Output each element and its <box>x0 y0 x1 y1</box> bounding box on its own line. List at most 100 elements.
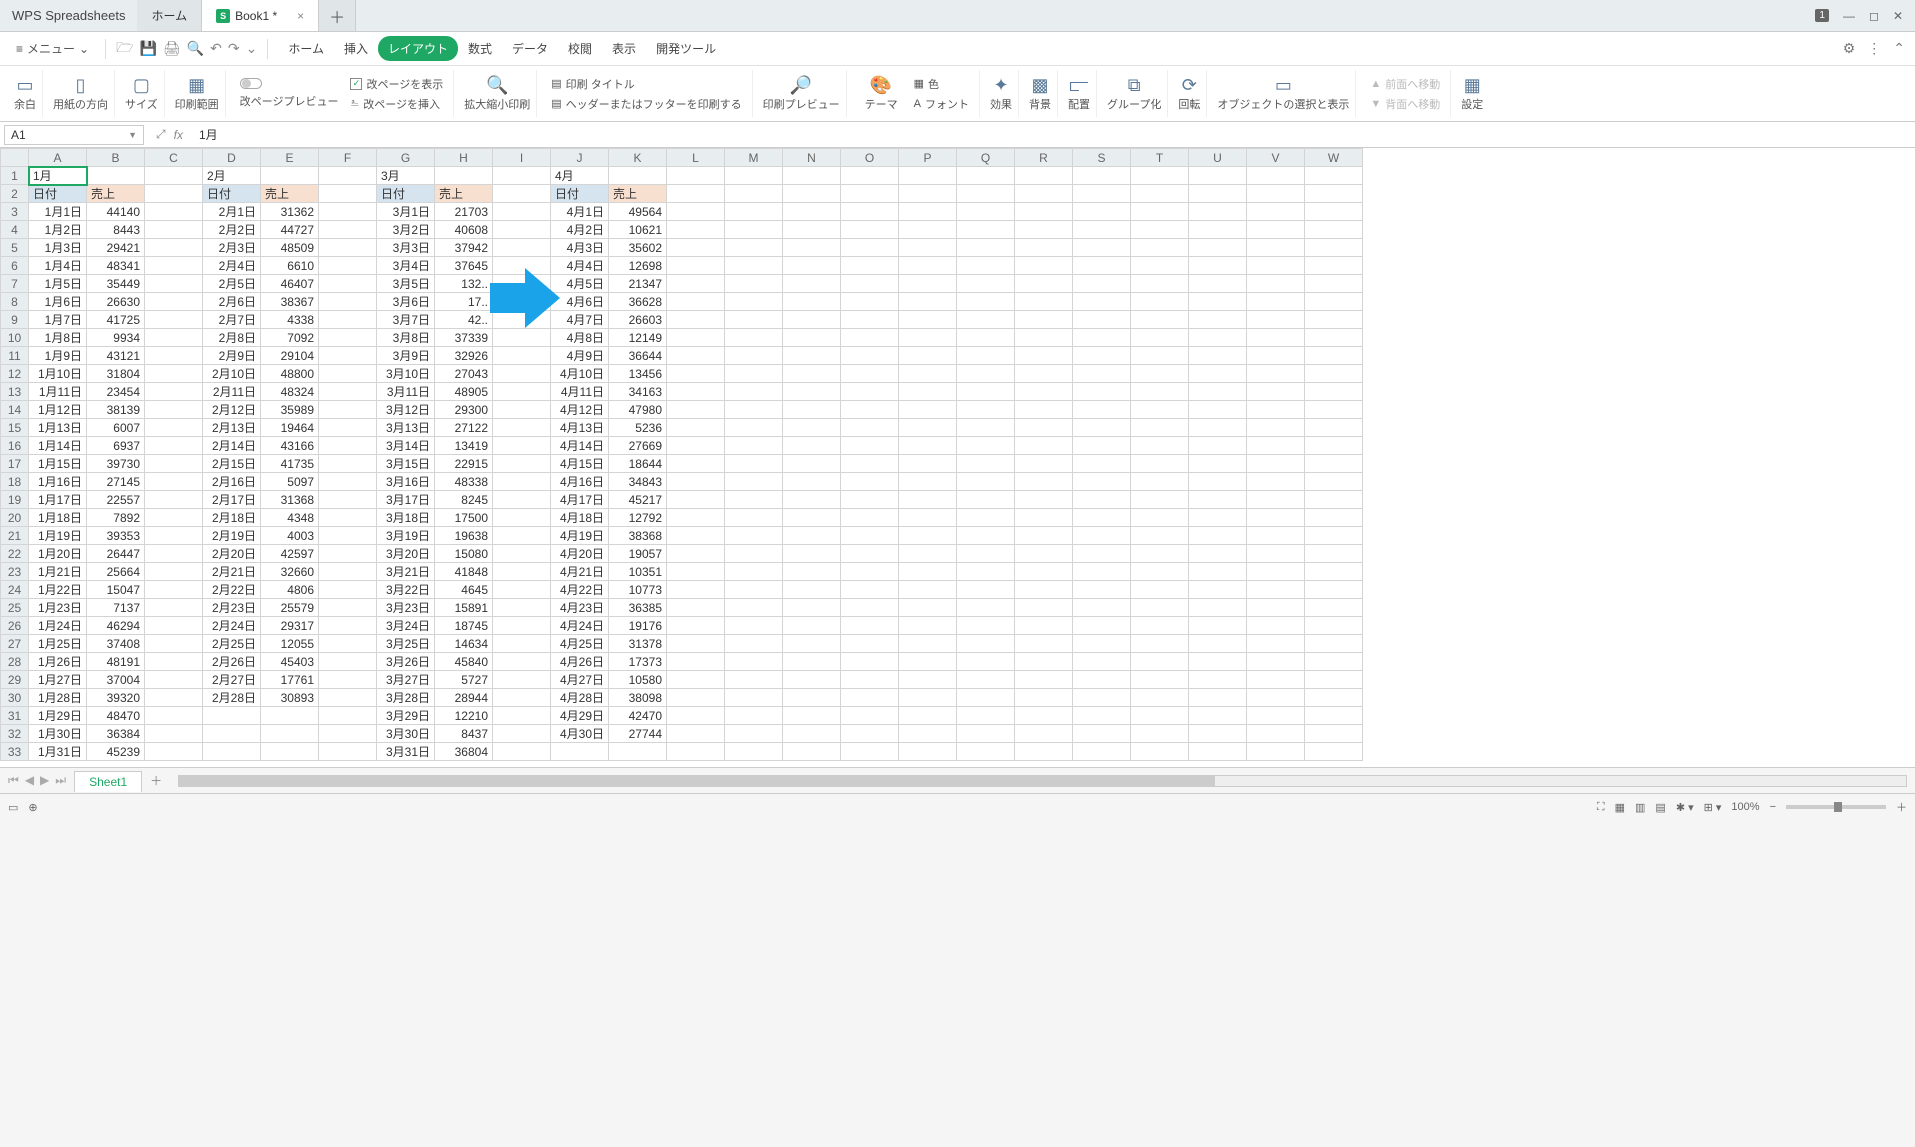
col-header-H[interactable]: H <box>435 149 493 167</box>
print-area-button[interactable]: ▦印刷範囲 <box>169 70 226 117</box>
cell-V6[interactable] <box>1247 257 1305 275</box>
doc-tab-book1[interactable]: S Book1 * × <box>202 0 319 31</box>
cell-I33[interactable] <box>493 743 551 761</box>
cell-M29[interactable] <box>725 671 783 689</box>
cell-C20[interactable] <box>145 509 203 527</box>
cell-F30[interactable] <box>319 689 377 707</box>
cell-E25[interactable]: 25579 <box>261 599 319 617</box>
cell-G19[interactable]: 3月17日 <box>377 491 435 509</box>
cell-E28[interactable]: 45403 <box>261 653 319 671</box>
cell-K7[interactable]: 21347 <box>609 275 667 293</box>
cell-O13[interactable] <box>841 383 899 401</box>
cell-G21[interactable]: 3月19日 <box>377 527 435 545</box>
cell-E16[interactable]: 43166 <box>261 437 319 455</box>
cell-K8[interactable]: 36628 <box>609 293 667 311</box>
cell-M2[interactable] <box>725 185 783 203</box>
cell-W1[interactable] <box>1305 167 1363 185</box>
cell-N22[interactable] <box>783 545 841 563</box>
cell-W22[interactable] <box>1305 545 1363 563</box>
cell-O24[interactable] <box>841 581 899 599</box>
cell-Q1[interactable] <box>957 167 1015 185</box>
cell-G23[interactable]: 3月21日 <box>377 563 435 581</box>
cell-S2[interactable] <box>1073 185 1131 203</box>
cell-H27[interactable]: 14634 <box>435 635 493 653</box>
col-header-D[interactable]: D <box>203 149 261 167</box>
cell-D7[interactable]: 2月5日 <box>203 275 261 293</box>
cell-J32[interactable]: 4月30日 <box>551 725 609 743</box>
cell-C9[interactable] <box>145 311 203 329</box>
cell-N11[interactable] <box>783 347 841 365</box>
cell-B1[interactable] <box>87 167 145 185</box>
row-header-31[interactable]: 31 <box>1 707 29 725</box>
cell-L15[interactable] <box>667 419 725 437</box>
cell-R17[interactable] <box>1015 455 1073 473</box>
cell-P10[interactable] <box>899 329 957 347</box>
cell-S5[interactable] <box>1073 239 1131 257</box>
cell-S13[interactable] <box>1073 383 1131 401</box>
cell-U5[interactable] <box>1189 239 1247 257</box>
cell-Q21[interactable] <box>957 527 1015 545</box>
group-button[interactable]: ⧉グループ化 <box>1101 70 1168 117</box>
cell-Q28[interactable] <box>957 653 1015 671</box>
row-header-7[interactable]: 7 <box>1 275 29 293</box>
cell-A3[interactable]: 1月1日 <box>29 203 87 221</box>
cell-G17[interactable]: 3月15日 <box>377 455 435 473</box>
cell-Q27[interactable] <box>957 635 1015 653</box>
cell-F20[interactable] <box>319 509 377 527</box>
cell-L22[interactable] <box>667 545 725 563</box>
cell-D5[interactable]: 2月3日 <box>203 239 261 257</box>
cell-O5[interactable] <box>841 239 899 257</box>
cell-P30[interactable] <box>899 689 957 707</box>
col-header-K[interactable]: K <box>609 149 667 167</box>
cell-K25[interactable]: 36385 <box>609 599 667 617</box>
cell-J27[interactable]: 4月25日 <box>551 635 609 653</box>
cell-D30[interactable]: 2月28日 <box>203 689 261 707</box>
cell-D18[interactable]: 2月16日 <box>203 473 261 491</box>
cell-J4[interactable]: 4月2日 <box>551 221 609 239</box>
cell-H22[interactable]: 15080 <box>435 545 493 563</box>
cell-N7[interactable] <box>783 275 841 293</box>
cell-P16[interactable] <box>899 437 957 455</box>
cell-L24[interactable] <box>667 581 725 599</box>
cell-A25[interactable]: 1月23日 <box>29 599 87 617</box>
row-header-20[interactable]: 20 <box>1 509 29 527</box>
cell-K17[interactable]: 18644 <box>609 455 667 473</box>
print-preview-icon[interactable]: 🔍 <box>187 40 204 57</box>
cell-L23[interactable] <box>667 563 725 581</box>
cell-C29[interactable] <box>145 671 203 689</box>
cell-T12[interactable] <box>1131 365 1189 383</box>
cell-N15[interactable] <box>783 419 841 437</box>
cell-I11[interactable] <box>493 347 551 365</box>
cell-D8[interactable]: 2月6日 <box>203 293 261 311</box>
cell-C7[interactable] <box>145 275 203 293</box>
cell-O27[interactable] <box>841 635 899 653</box>
cell-F2[interactable] <box>319 185 377 203</box>
cell-K30[interactable]: 38098 <box>609 689 667 707</box>
cell-E22[interactable]: 42597 <box>261 545 319 563</box>
cell-A15[interactable]: 1月13日 <box>29 419 87 437</box>
cell-T18[interactable] <box>1131 473 1189 491</box>
cell-H28[interactable]: 45840 <box>435 653 493 671</box>
cell-T29[interactable] <box>1131 671 1189 689</box>
cell-C22[interactable] <box>145 545 203 563</box>
ribbon-tab-開発ツール[interactable]: 開発ツール <box>646 36 726 61</box>
cell-L29[interactable] <box>667 671 725 689</box>
cell-I30[interactable] <box>493 689 551 707</box>
cell-D21[interactable]: 2月19日 <box>203 527 261 545</box>
select-object-button[interactable]: ▭オブジェクトの選択と表示 <box>1211 70 1356 117</box>
close-icon[interactable]: × <box>297 9 304 23</box>
cell-J31[interactable]: 4月29日 <box>551 707 609 725</box>
cell-K22[interactable]: 19057 <box>609 545 667 563</box>
cell-D1[interactable]: 2月 <box>203 167 261 185</box>
cell-T9[interactable] <box>1131 311 1189 329</box>
cell-H25[interactable]: 15891 <box>435 599 493 617</box>
col-header-U[interactable]: U <box>1189 149 1247 167</box>
cell-K11[interactable]: 36644 <box>609 347 667 365</box>
cell-R4[interactable] <box>1015 221 1073 239</box>
cell-J33[interactable] <box>551 743 609 761</box>
cell-S16[interactable] <box>1073 437 1131 455</box>
cell-U31[interactable] <box>1189 707 1247 725</box>
cell-E12[interactable]: 48800 <box>261 365 319 383</box>
cell-M4[interactable] <box>725 221 783 239</box>
cell-M28[interactable] <box>725 653 783 671</box>
